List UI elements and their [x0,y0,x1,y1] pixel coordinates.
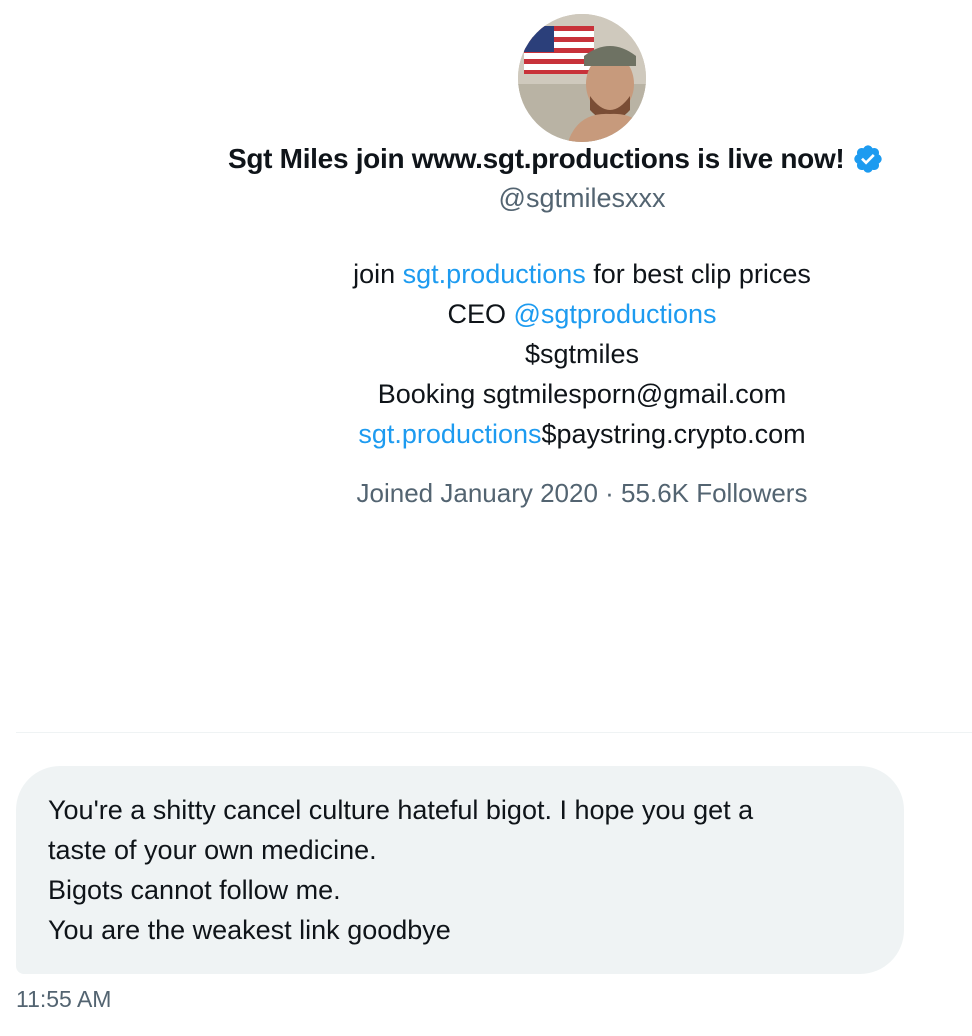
message-line: Bigots cannot follow me. [48,875,341,905]
bio-line-2: CEO @sgtproductions [0,294,972,334]
bio-text: join [353,259,403,289]
bio-line-1: join sgt.productions for best clip price… [0,254,972,294]
display-name-row: Sgt Miles join www.sgt.productions is li… [0,138,972,180]
avatar-photo [518,14,646,142]
bio-line-3: $sgtmiles [524,339,640,369]
divider [16,732,972,733]
verified-badge-icon [854,145,883,173]
bio-link[interactable]: sgt.productions [358,419,541,449]
bio-text: CEO [447,299,514,329]
bio-mention-link[interactable]: @sgtproductions [514,299,717,329]
followers-count[interactable]: 55.6K Followers [621,478,807,508]
meta-separator: · [605,478,622,508]
avatar[interactable] [518,14,646,142]
profile-header: Sgt Miles join www.sgt.productions is li… [0,0,972,730]
profile-meta: Joined January 2020 · 55.6K Followers [0,478,972,509]
bio-text: for best clip prices [585,259,811,289]
bio-text: $paystring.crypto.com [541,419,806,449]
message-line: taste of your own medicine. [48,835,377,865]
message-timestamp: 11:55 AM [16,986,112,1012]
bio-line-5: sgt.productions$paystring.crypto.com [0,414,972,454]
message-bubble[interactable]: You're a shitty cancel culture hateful b… [16,766,904,974]
user-handle: @sgtmilesxxx [498,183,666,213]
display-name[interactable]: Sgt Miles join www.sgt.productions is li… [228,143,845,175]
flag-graphic [524,26,594,74]
message-line: You're a shitty cancel culture hateful b… [48,795,754,825]
message-line: You are the weakest link goodbye [48,915,451,945]
bio-link[interactable]: sgt.productions [403,259,586,289]
bio: join sgt.productions for best clip price… [0,254,972,454]
bio-line-4: Booking sgtmilesporn@gmail.com [377,379,787,409]
joined-date: Joined January 2020 [356,478,598,508]
